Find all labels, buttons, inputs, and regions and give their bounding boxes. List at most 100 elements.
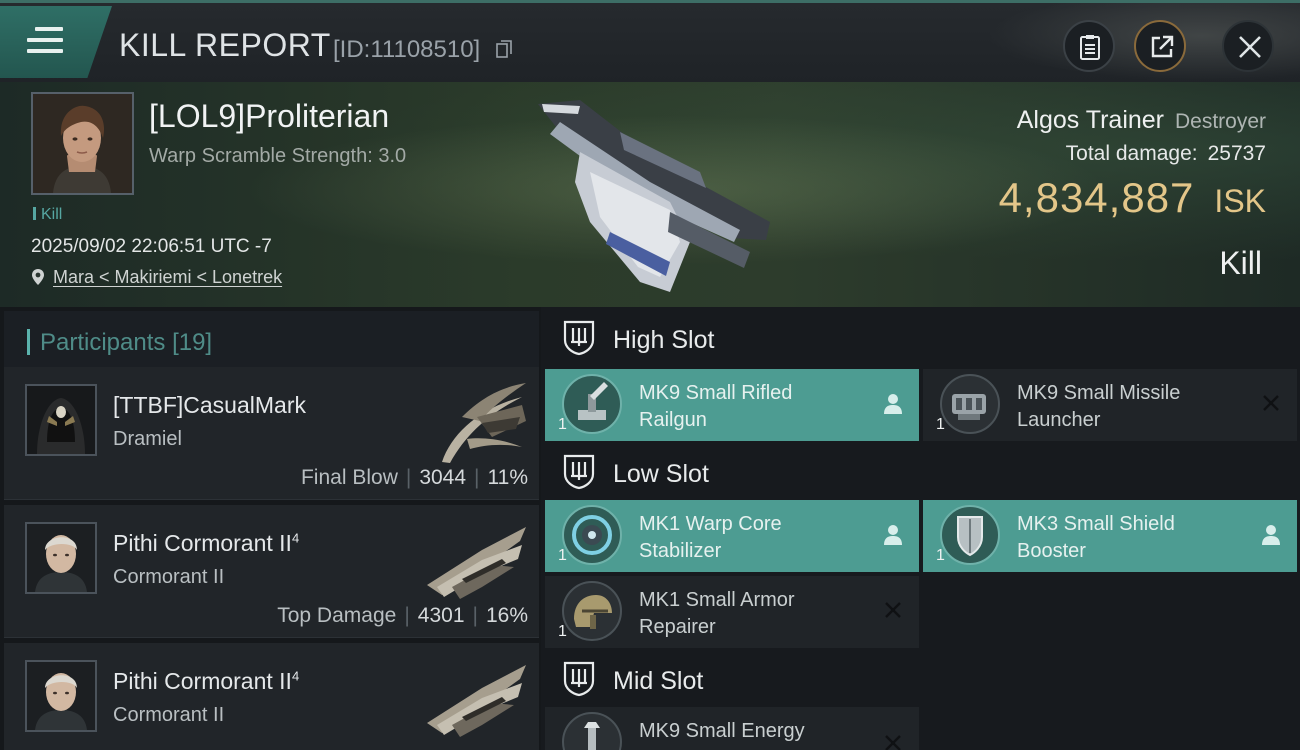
isk-value: 4,834,887 ISK — [999, 174, 1266, 222]
low-slot-header: Low Slot — [545, 441, 1300, 503]
top-bar: KILL REPORT [ID:11108510] — [0, 0, 1300, 85]
warp-core-stabilizer-icon — [562, 505, 622, 565]
participant-name: Pithi Cormorant II4 — [113, 530, 300, 556]
module-item[interactable]: 1 MK9 Small Missile Launcher — [923, 369, 1297, 441]
participant-name: [TTBF]CasualMark — [113, 392, 306, 418]
cormorant-ship-render — [427, 527, 526, 599]
participants-label: Participants — [40, 329, 166, 356]
participant-name: Pithi Cormorant II4 — [113, 668, 300, 694]
participant-percent: 11% — [487, 466, 528, 489]
destroyed-x-icon — [1263, 395, 1279, 411]
low-slot-icon — [563, 454, 595, 490]
participant-portrait[interactable] — [25, 384, 97, 456]
module-quantity: 1 — [558, 416, 567, 433]
module-item[interactable]: 1 MK3 Small Shield Booster — [923, 500, 1297, 572]
copy-icon[interactable] — [496, 40, 512, 58]
module-name: MK9 Small Missile Launcher — [1017, 382, 1181, 431]
participant-ship: Cormorant II — [113, 566, 225, 588]
participant-stat-label: Top Damage — [277, 604, 397, 627]
total-damage-value: 25737 — [1207, 142, 1266, 165]
kill-location[interactable]: Mara < Makiriemi < Lonetrek — [31, 267, 282, 288]
participants-count: [19] — [172, 329, 213, 356]
result-label: Kill — [1219, 245, 1262, 281]
energy-module-icon — [562, 712, 622, 750]
module-item[interactable]: 1 MK9 Small Rifled Railgun — [545, 369, 919, 441]
close-icon — [1239, 36, 1261, 58]
participant-stats: Final Blow | 3044 | 11% — [300, 466, 528, 489]
mid-slot-header: Mid Slot — [545, 648, 1300, 710]
participants-title: Participants [19] — [40, 329, 212, 357]
dropped-person-icon — [1262, 525, 1280, 545]
mid-slot-title: Mid Slot — [613, 667, 704, 695]
victim-avatar[interactable] — [31, 92, 134, 195]
dropped-person-icon — [884, 525, 902, 545]
module-item[interactable]: 1 MK1 Small Armor Repairer — [545, 576, 919, 648]
railgun-icon — [562, 374, 622, 434]
clipboard-button[interactable] — [1063, 20, 1115, 72]
dramiel-ship-render — [442, 383, 526, 463]
victim-ship-class: Destroyer — [1174, 110, 1266, 133]
module-name: MK9 Small Rifled Railgun — [639, 382, 793, 431]
participant-portrait[interactable] — [25, 660, 97, 732]
participant-damage: 4301 — [417, 604, 465, 627]
victim-pilot-name[interactable]: [LOL9]Proliterian — [149, 98, 389, 135]
isk-currency: ISK — [1214, 183, 1266, 219]
isk-amount: 4,834,887 — [998, 174, 1195, 221]
participant-percent: 16% — [485, 604, 528, 627]
participants-accent-bar — [27, 329, 30, 355]
mid-slot-icon — [563, 661, 595, 697]
menu-button[interactable] — [0, 6, 112, 78]
low-slot-title: Low Slot — [613, 460, 709, 488]
shield-booster-icon — [940, 505, 1000, 565]
participant-card[interactable]: [TTBF]CasualMark Dramiel Final Blow | 3044… — [4, 367, 539, 500]
participant-ship: Cormorant II — [113, 704, 225, 726]
module-quantity: 1 — [936, 416, 945, 433]
destroyed-x-icon — [885, 735, 901, 750]
warp-scramble-strength: Warp Scramble Strength: 3.0 — [149, 145, 407, 167]
module-name: MK3 Small Shield Booster — [1017, 513, 1175, 562]
total-damage: Total damage: 25737 — [1066, 142, 1266, 166]
report-id: [ID:11108510] — [333, 36, 481, 63]
participant-card[interactable]: Pithi Cormorant II4 Cormorant II Top Dam… — [4, 505, 539, 638]
victim-header: [LOL9]Proliterian Warp Scramble Strength… — [0, 82, 1300, 307]
high-slot-icon — [563, 320, 595, 356]
kill-tag: Kill — [33, 206, 62, 224]
participant-ship: Dramiel — [113, 428, 182, 450]
module-item[interactable]: 1 MK1 Warp Core Stabilizer — [545, 500, 919, 572]
victim-ship-name[interactable]: Algos Trainer — [1017, 106, 1164, 134]
participant-stats: Top Damage | 4301 | 16% — [277, 604, 528, 627]
victim-ship: Algos Trainer Destroyer — [1017, 106, 1266, 135]
kill-timestamp: 2025/09/02 22:06:51 UTC -7 — [31, 236, 272, 257]
page-title: KILL REPORT — [119, 27, 331, 63]
hamburger-icon — [27, 27, 63, 60]
share-button[interactable] — [1134, 20, 1186, 72]
total-damage-label: Total damage: — [1065, 142, 1198, 165]
share-external-icon — [1151, 35, 1174, 58]
participants-header: Participants [19] — [4, 311, 539, 367]
location-pin-icon — [32, 269, 44, 285]
participant-damage: 3044 — [419, 466, 467, 489]
missile-launcher-icon — [940, 374, 1000, 434]
module-quantity: 1 — [558, 547, 567, 564]
armor-repairer-icon — [562, 581, 622, 641]
module-name: MK1 Warp Core Stabilizer — [639, 513, 782, 562]
victim-ship-render — [538, 100, 770, 292]
high-slot-title: High Slot — [613, 326, 715, 354]
clipboard-icon — [1080, 35, 1100, 60]
location-link[interactable]: Mara < Makiriemi < Lonetrek — [53, 267, 282, 287]
participant-card[interactable]: Pithi Cormorant II4 Cormorant II — [4, 643, 539, 750]
high-slot-header: High Slot — [545, 307, 1300, 369]
destroyed-x-icon — [885, 602, 901, 618]
close-button[interactable] — [1222, 20, 1274, 72]
module-item[interactable]: MK9 Small Energy — [545, 707, 919, 750]
cormorant-ship-render — [427, 665, 526, 737]
participants-panel: Participants [19] [TTBF]CasualMark Drami… — [0, 307, 541, 750]
participant-stat-label: Final Blow — [300, 466, 398, 489]
module-quantity: 1 — [936, 547, 945, 564]
module-name: MK1 Small Armor Repairer — [639, 589, 795, 638]
fitting-panel: High Slot 1 MK9 Small Rifled Railgun 1 M… — [541, 307, 1300, 750]
module-quantity: 1 — [558, 623, 567, 640]
participant-portrait[interactable] — [25, 522, 97, 594]
dropped-person-icon — [884, 394, 902, 414]
module-name: MK9 Small Energy — [639, 720, 805, 742]
